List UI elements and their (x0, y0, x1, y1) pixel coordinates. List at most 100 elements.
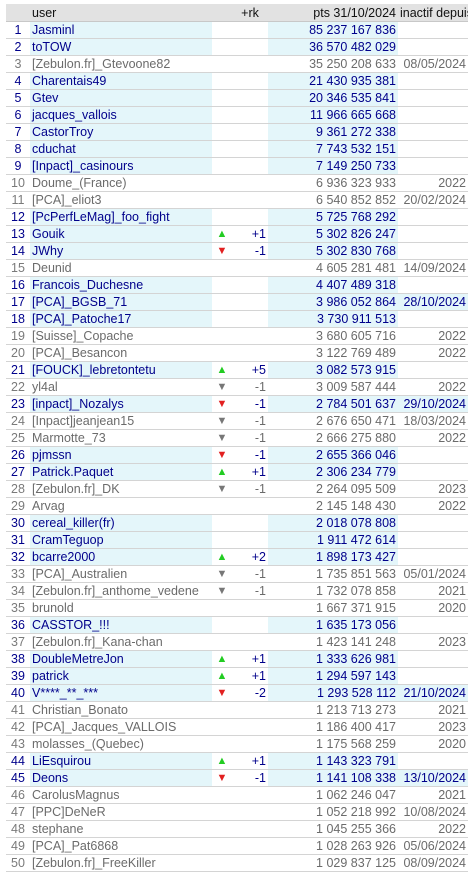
trend-arrow-icon (212, 820, 232, 838)
user-name-link[interactable]: [PPC]DeNeR (30, 803, 212, 821)
user-name-link[interactable]: [Zebulon.fr]_Gtevoone82 (30, 55, 212, 73)
points-value: 5 302 830 768 (268, 242, 398, 260)
inactive-since-value: 2022 (398, 327, 468, 345)
points-value: 4 605 281 481 (268, 259, 398, 277)
rank-change (232, 276, 268, 294)
user-name-link[interactable]: [PCA]_BGSB_71 (30, 293, 212, 311)
points-value: 85 237 167 836 (268, 21, 398, 39)
table-row: 14 JWhy ▼ -1 5 302 830 768 (6, 242, 468, 260)
user-name-link[interactable]: Gouik (30, 225, 212, 243)
user-name-link[interactable]: V****_**_*** (30, 684, 212, 702)
user-name-link[interactable]: [Inpact]_casinours (30, 157, 212, 175)
trend-arrow-icon (212, 140, 232, 158)
trend-arrow-icon (212, 616, 232, 634)
user-name-link[interactable]: CastorTroy (30, 123, 212, 141)
user-name-link[interactable]: Christian_Bonato (30, 701, 212, 719)
user-name-link[interactable]: LiEsquirou (30, 752, 212, 770)
user-name-link[interactable]: [Zebulon.fr]_DK (30, 480, 212, 498)
user-name-link[interactable]: Deunid (30, 259, 212, 277)
user-name-link[interactable]: pjmssn (30, 446, 212, 464)
user-name-link[interactable]: Gtev (30, 89, 212, 107)
rank-change (232, 157, 268, 175)
user-name-link[interactable]: Deons (30, 769, 212, 787)
points-value: 3 730 911 513 (268, 310, 398, 328)
user-name-link[interactable]: Patrick.Paquet (30, 463, 212, 481)
user-name-link[interactable]: [PCA]_Patoche17 (30, 310, 212, 328)
user-name-link[interactable]: stephane (30, 820, 212, 838)
rank-change (232, 735, 268, 753)
points-column-header[interactable]: pts 31/10/2024 (268, 4, 398, 22)
user-name-link[interactable]: [Inpact]jeanjean15 (30, 412, 212, 430)
inactive-since-value: 2022 (398, 820, 468, 838)
inactive-since-value: 20/02/2024 (398, 191, 468, 209)
inactive-since-value (398, 463, 468, 481)
trend-arrow-icon: ▼ (212, 480, 232, 498)
user-name-link[interactable]: [PCA]_Jacques_VALLOIS (30, 718, 212, 736)
trend-arrow-icon (212, 191, 232, 209)
rank-change-column-header[interactable]: +rk (232, 4, 268, 22)
points-value: 1 052 218 992 (268, 803, 398, 821)
rank-number: 16 (6, 276, 30, 294)
inactive-since-value (398, 531, 468, 549)
user-name-link[interactable]: JWhy (30, 242, 212, 260)
arrow-down-gray-icon: ▼ (216, 483, 228, 495)
user-name-link[interactable]: CramTeguop (30, 531, 212, 549)
user-name-link[interactable]: CASSTOR_!!! (30, 616, 212, 634)
user-name-link[interactable]: cduchat (30, 140, 212, 158)
ranking-table: user +rk pts 31/10/2024 inactif depuis 1… (6, 4, 468, 872)
user-name-link[interactable]: bcarre2000 (30, 548, 212, 566)
ranking-rows: 1 Jasminl 85 237 167 836 2 toTOW 36 570 482 0… (6, 21, 468, 872)
user-name-link[interactable]: yl4al (30, 378, 212, 396)
user-name-link[interactable]: molasses_(Quebec) (30, 735, 212, 753)
inactive-since-value: 2023 (398, 718, 468, 736)
user-name-link[interactable]: [FOUCK]_lebretontetu (30, 361, 212, 379)
user-name-link[interactable]: toTOW (30, 38, 212, 56)
rank-number: 26 (6, 446, 30, 464)
table-row: 6 jacques_vallois 11 966 665 668 (6, 106, 468, 124)
user-name-link[interactable]: [Zebulon.fr]_Kana-chan (30, 633, 212, 651)
user-name-link[interactable]: jacques_vallois (30, 106, 212, 124)
user-name-link[interactable]: [Zebulon.fr]_FreeKiller (30, 854, 212, 872)
trend-arrow-icon: ▼ (212, 378, 232, 396)
inactive-since-value: 2021 (398, 701, 468, 719)
table-row: 4 Charentais49 21 430 935 381 (6, 72, 468, 90)
inactive-since-value: 10/08/2024 (398, 803, 468, 821)
user-name-link[interactable]: Marmotte_73 (30, 429, 212, 447)
user-name-link[interactable]: cereal_killer(fr) (30, 514, 212, 532)
inactive-since-value: 2021 (398, 786, 468, 804)
table-row: 27 Patrick.Paquet ▲ +1 2 306 234 779 (6, 463, 468, 481)
user-name-link[interactable]: patrick (30, 667, 212, 685)
user-name-link[interactable]: [PCA]_Besancon (30, 344, 212, 362)
rank-change (232, 701, 268, 719)
user-name-link[interactable]: [inpact]_Nozalys (30, 395, 212, 413)
arrow-down-icon: ▼ (216, 449, 228, 461)
trend-arrow-icon (212, 106, 232, 124)
user-name-link[interactable]: Jasminl (30, 21, 212, 39)
user-column-header[interactable]: user (30, 4, 212, 22)
user-name-link[interactable]: [Zebulon.fr]_anthome_vedene (30, 582, 212, 600)
rank-number: 42 (6, 718, 30, 736)
table-row: 44 LiEsquirou ▲ +1 1 143 323 791 (6, 752, 468, 770)
inactive-since-column-header[interactable]: inactif depuis (398, 4, 468, 22)
trend-arrow-icon: ▲ (212, 548, 232, 566)
points-value: 5 302 826 247 (268, 225, 398, 243)
table-row: 22 yl4al ▼ -1 3 009 587 444 2022 (6, 378, 468, 396)
user-name-link[interactable]: [PcPerfLeMag]_foo_fight (30, 208, 212, 226)
user-name-link[interactable]: DoubleMetreJon (30, 650, 212, 668)
rank-change (232, 123, 268, 141)
inactive-since-value (398, 123, 468, 141)
user-name-link[interactable]: [PCA]_Pat6868 (30, 837, 212, 855)
user-name-link[interactable]: Francois_Duchesne (30, 276, 212, 294)
user-name-link[interactable]: CarolusMagnus (30, 786, 212, 804)
rank-number: 8 (6, 140, 30, 158)
inactive-since-value: 2022 (398, 344, 468, 362)
user-name-link[interactable]: brunold (30, 599, 212, 617)
user-name-link[interactable]: [PCA]_Australien (30, 565, 212, 583)
user-name-link[interactable]: [PCA]_eliot3 (30, 191, 212, 209)
table-row: 5 Gtev 20 346 535 841 (6, 89, 468, 107)
user-name-link[interactable]: [Suisse]_Copache (30, 327, 212, 345)
inactive-since-value: 2022 (398, 174, 468, 192)
user-name-link[interactable]: Charentais49 (30, 72, 212, 90)
user-name-link[interactable]: Doume_(France) (30, 174, 212, 192)
user-name-link[interactable]: Arvag (30, 497, 212, 515)
